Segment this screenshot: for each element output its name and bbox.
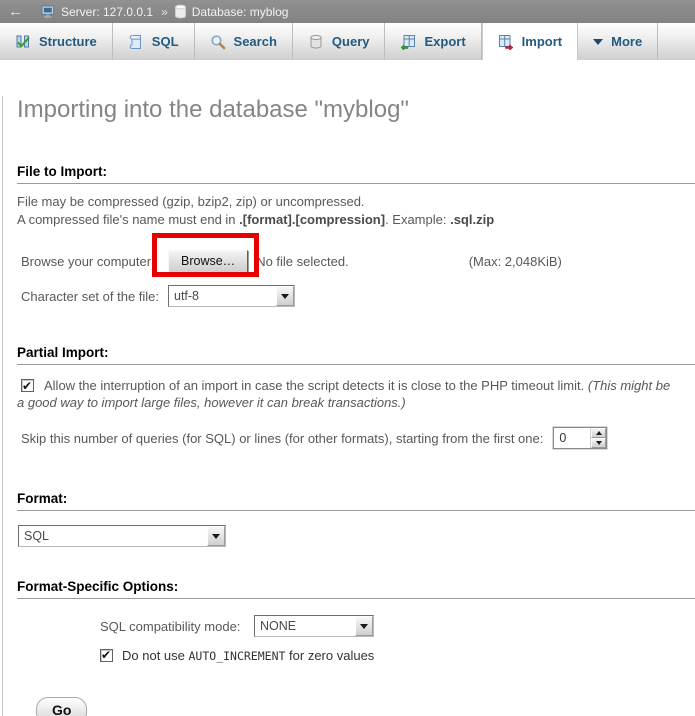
export-icon <box>400 34 416 50</box>
phpmyadmin-window: ← Server: 127.0.0.1 » Database: myblog S… <box>0 0 695 716</box>
tab-query[interactable]: Query <box>293 23 386 60</box>
search-icon <box>210 34 226 50</box>
sql-icon <box>128 34 144 50</box>
breadcrumb-database[interactable]: Database: myblog <box>192 5 289 19</box>
skip-queries-value: 0 <box>554 428 590 448</box>
auto-increment-text: Do not use AUTO_INCREMENT for zero value… <box>122 648 374 663</box>
server-icon <box>41 4 56 19</box>
charset-selected-value: utf-8 <box>169 286 276 306</box>
auto-increment-checkbox[interactable] <box>100 649 113 662</box>
tab-export[interactable]: Export <box>385 23 481 60</box>
auto-increment-keyword: AUTO_INCREMENT <box>189 649 286 663</box>
breadcrumb-server[interactable]: Server: 127.0.0.1 <box>61 5 153 19</box>
compression-note-line1: File may be compressed (gzip, bzip2, zip… <box>17 194 683 210</box>
tab-label: SQL <box>152 34 179 49</box>
tab-bar: Structure SQL Search Query Export <box>0 23 695 60</box>
interrupt-option: Allow the interruption of an import in c… <box>17 377 681 411</box>
compression-note-line2: A compressed file's name must end in .[f… <box>17 212 683 228</box>
interrupt-text: Allow the interruption of an import in c… <box>44 378 588 393</box>
tab-label: Structure <box>39 34 97 49</box>
sql-compatibility-value: NONE <box>255 616 355 636</box>
format-selected-value: SQL <box>19 526 207 546</box>
note-text: . Example: <box>385 212 450 227</box>
example-filename-text: .sql.zip <box>450 212 494 227</box>
page-title: Importing into the database "myblog" <box>17 96 683 124</box>
charset-select[interactable]: utf-8 <box>168 285 295 307</box>
go-button[interactable]: Go <box>36 697 87 716</box>
tab-label: Search <box>234 34 277 49</box>
section-format: Format: SQL <box>3 491 695 547</box>
breadcrumb-bar: ← Server: 127.0.0.1 » Database: myblog <box>0 0 695 23</box>
auto-increment-suffix: for zero values <box>285 648 374 663</box>
breadcrumb-separator: » <box>161 5 168 19</box>
query-icon <box>308 34 324 50</box>
format-select[interactable]: SQL <box>18 525 226 547</box>
dropdown-arrow-icon <box>355 616 373 636</box>
section-heading-partial-import: Partial Import: <box>17 345 695 365</box>
format-row: SQL <box>18 525 695 547</box>
section-heading-file-to-import: File to Import: <box>17 164 695 184</box>
tab-structure[interactable]: Structure <box>0 23 113 60</box>
spinner-up-button[interactable] <box>591 428 606 438</box>
browse-label: Browse your computer: <box>21 254 168 269</box>
file-upload-row: Browse your computer: Browse… No file se… <box>21 250 695 273</box>
section-heading-format: Format: <box>17 491 695 511</box>
chevron-down-icon <box>593 39 603 45</box>
sql-compatibility-label: SQL compatibility mode: <box>100 619 248 634</box>
sql-compatibility-select[interactable]: NONE <box>254 615 374 637</box>
note-text: A compressed file's name must end in <box>17 212 239 227</box>
tab-more[interactable]: More <box>578 23 658 60</box>
section-partial-import: Partial Import: Allow the interruption o… <box>3 345 695 449</box>
tabbar-filler <box>658 23 695 60</box>
structure-icon <box>15 34 31 50</box>
browse-button[interactable]: Browse… <box>168 250 248 273</box>
tab-import[interactable]: Import <box>482 23 578 60</box>
interrupt-checkbox[interactable] <box>21 379 34 392</box>
skip-queries-row: Skip this number of queries (for SQL) or… <box>21 427 695 449</box>
section-format-specific-options: Format-Specific Options: SQL compatibili… <box>3 579 695 663</box>
database-icon <box>174 4 187 19</box>
tab-search[interactable]: Search <box>195 23 293 60</box>
skip-queries-label: Skip this number of queries (for SQL) or… <box>21 431 543 446</box>
section-file-to-import: File to Import: File may be compressed (… <box>3 164 695 307</box>
max-upload-size-text: (Max: 2,048KiB) <box>469 254 562 269</box>
back-arrow-icon[interactable]: ← <box>8 4 23 19</box>
import-page: Importing into the database "myblog" Fil… <box>2 96 695 716</box>
tab-label: More <box>611 34 642 49</box>
skip-queries-input[interactable]: 0 <box>553 427 607 449</box>
dropdown-arrow-icon <box>276 286 294 306</box>
dropdown-arrow-icon <box>207 526 225 546</box>
tab-label: Import <box>522 34 562 49</box>
tab-label: Export <box>424 34 465 49</box>
charset-label: Character set of the file: <box>21 289 168 304</box>
number-spinner <box>590 428 606 448</box>
charset-row: Character set of the file: utf-8 <box>21 285 695 307</box>
tab-label: Query <box>332 34 370 49</box>
auto-increment-row: Do not use AUTO_INCREMENT for zero value… <box>100 648 695 663</box>
spinner-down-button[interactable] <box>591 438 606 448</box>
auto-increment-prefix: Do not use <box>122 648 189 663</box>
tab-sql[interactable]: SQL <box>113 23 195 60</box>
no-file-selected-text: No file selected. <box>256 254 349 269</box>
format-pattern-text: .[format].[compression] <box>239 212 385 227</box>
sql-compatibility-row: SQL compatibility mode: NONE <box>100 615 695 637</box>
section-heading-format-options: Format-Specific Options: <box>17 579 695 599</box>
import-icon <box>498 34 514 50</box>
